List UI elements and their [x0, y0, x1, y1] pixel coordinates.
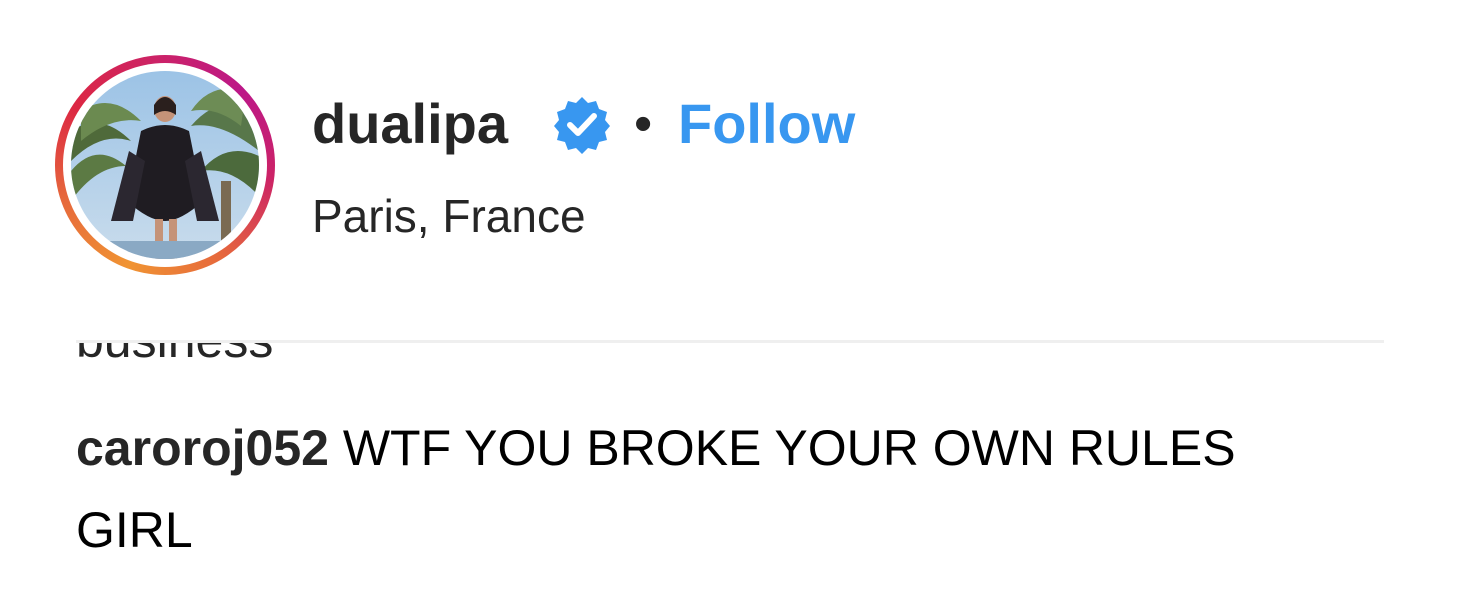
avatar[interactable]: [71, 71, 259, 259]
comment-author-link[interactable]: caroroj052: [76, 420, 329, 476]
avatar-image: [71, 71, 259, 259]
follow-button[interactable]: Follow: [678, 88, 855, 160]
location-link[interactable]: Paris, France: [312, 186, 586, 246]
comment-item: caroroj052 WTF YOU BROKE YOUR OWN RULES …: [76, 407, 1336, 571]
partial-comment-text: business: [76, 343, 273, 375]
comments-list[interactable]: business caroroj052 WTF YOU BROKE YOUR O…: [0, 343, 1480, 590]
username-link[interactable]: dualipa: [312, 88, 508, 160]
post-header: dualipa • Follow Paris, France: [0, 0, 1480, 320]
story-ring[interactable]: [55, 55, 275, 275]
separator-dot: •: [634, 95, 653, 153]
verified-badge-icon: [554, 97, 610, 154]
